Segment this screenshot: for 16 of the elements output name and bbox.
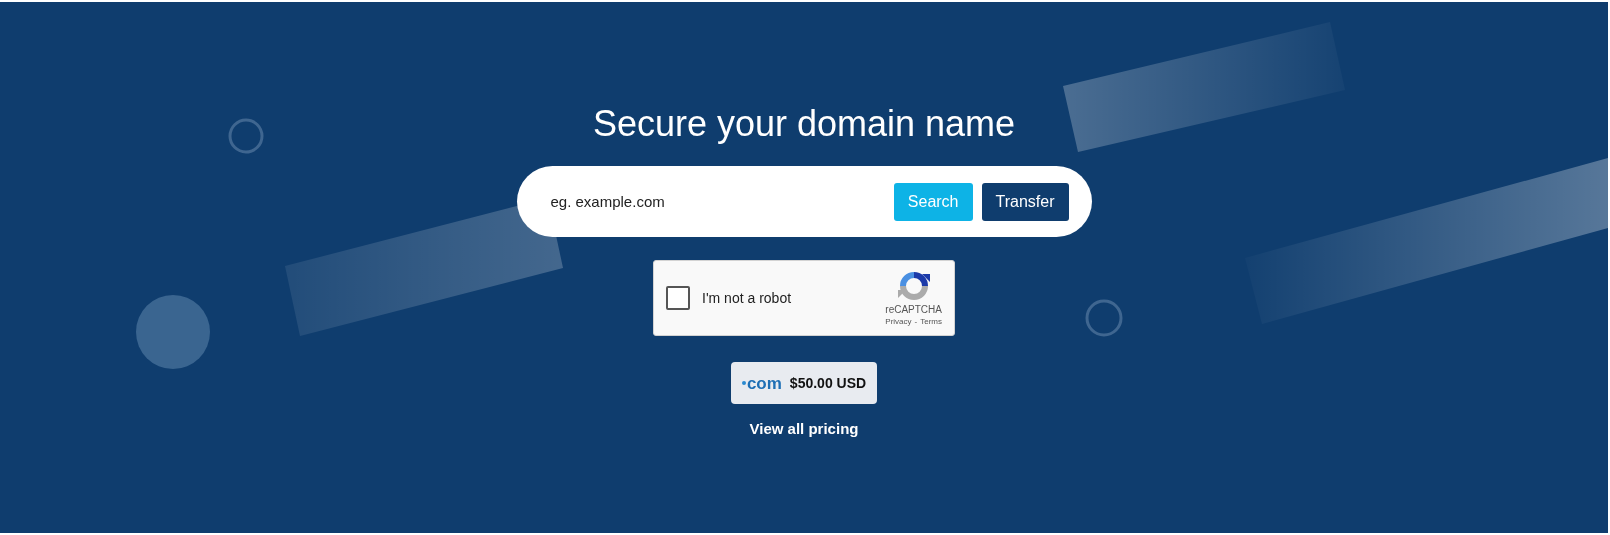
transfer-button[interactable]: Transfer xyxy=(981,182,1069,221)
dot-icon xyxy=(741,381,746,385)
tld-logo: com xyxy=(746,374,782,392)
pricing-link[interactable]: View all pricing xyxy=(749,420,859,437)
price-amount: $50.00 USD xyxy=(789,375,867,391)
captcha-checkbox[interactable] xyxy=(666,286,690,310)
ring-decoration xyxy=(228,118,264,154)
recaptcha-brand: reCAPTCHA xyxy=(885,304,942,315)
link-separator: - xyxy=(914,317,918,326)
privacy-link[interactable]: Privacy xyxy=(885,317,912,326)
recaptcha-logo-icon xyxy=(897,270,930,302)
hero-title: Secure your domain name xyxy=(592,102,1016,146)
terms-link[interactable]: Terms xyxy=(920,317,942,326)
captcha-label: I'm not a robot xyxy=(702,290,793,306)
ring-decoration xyxy=(1085,299,1123,337)
domain-search-field[interactable]: eg. example.com Search Transfer xyxy=(516,166,1092,237)
